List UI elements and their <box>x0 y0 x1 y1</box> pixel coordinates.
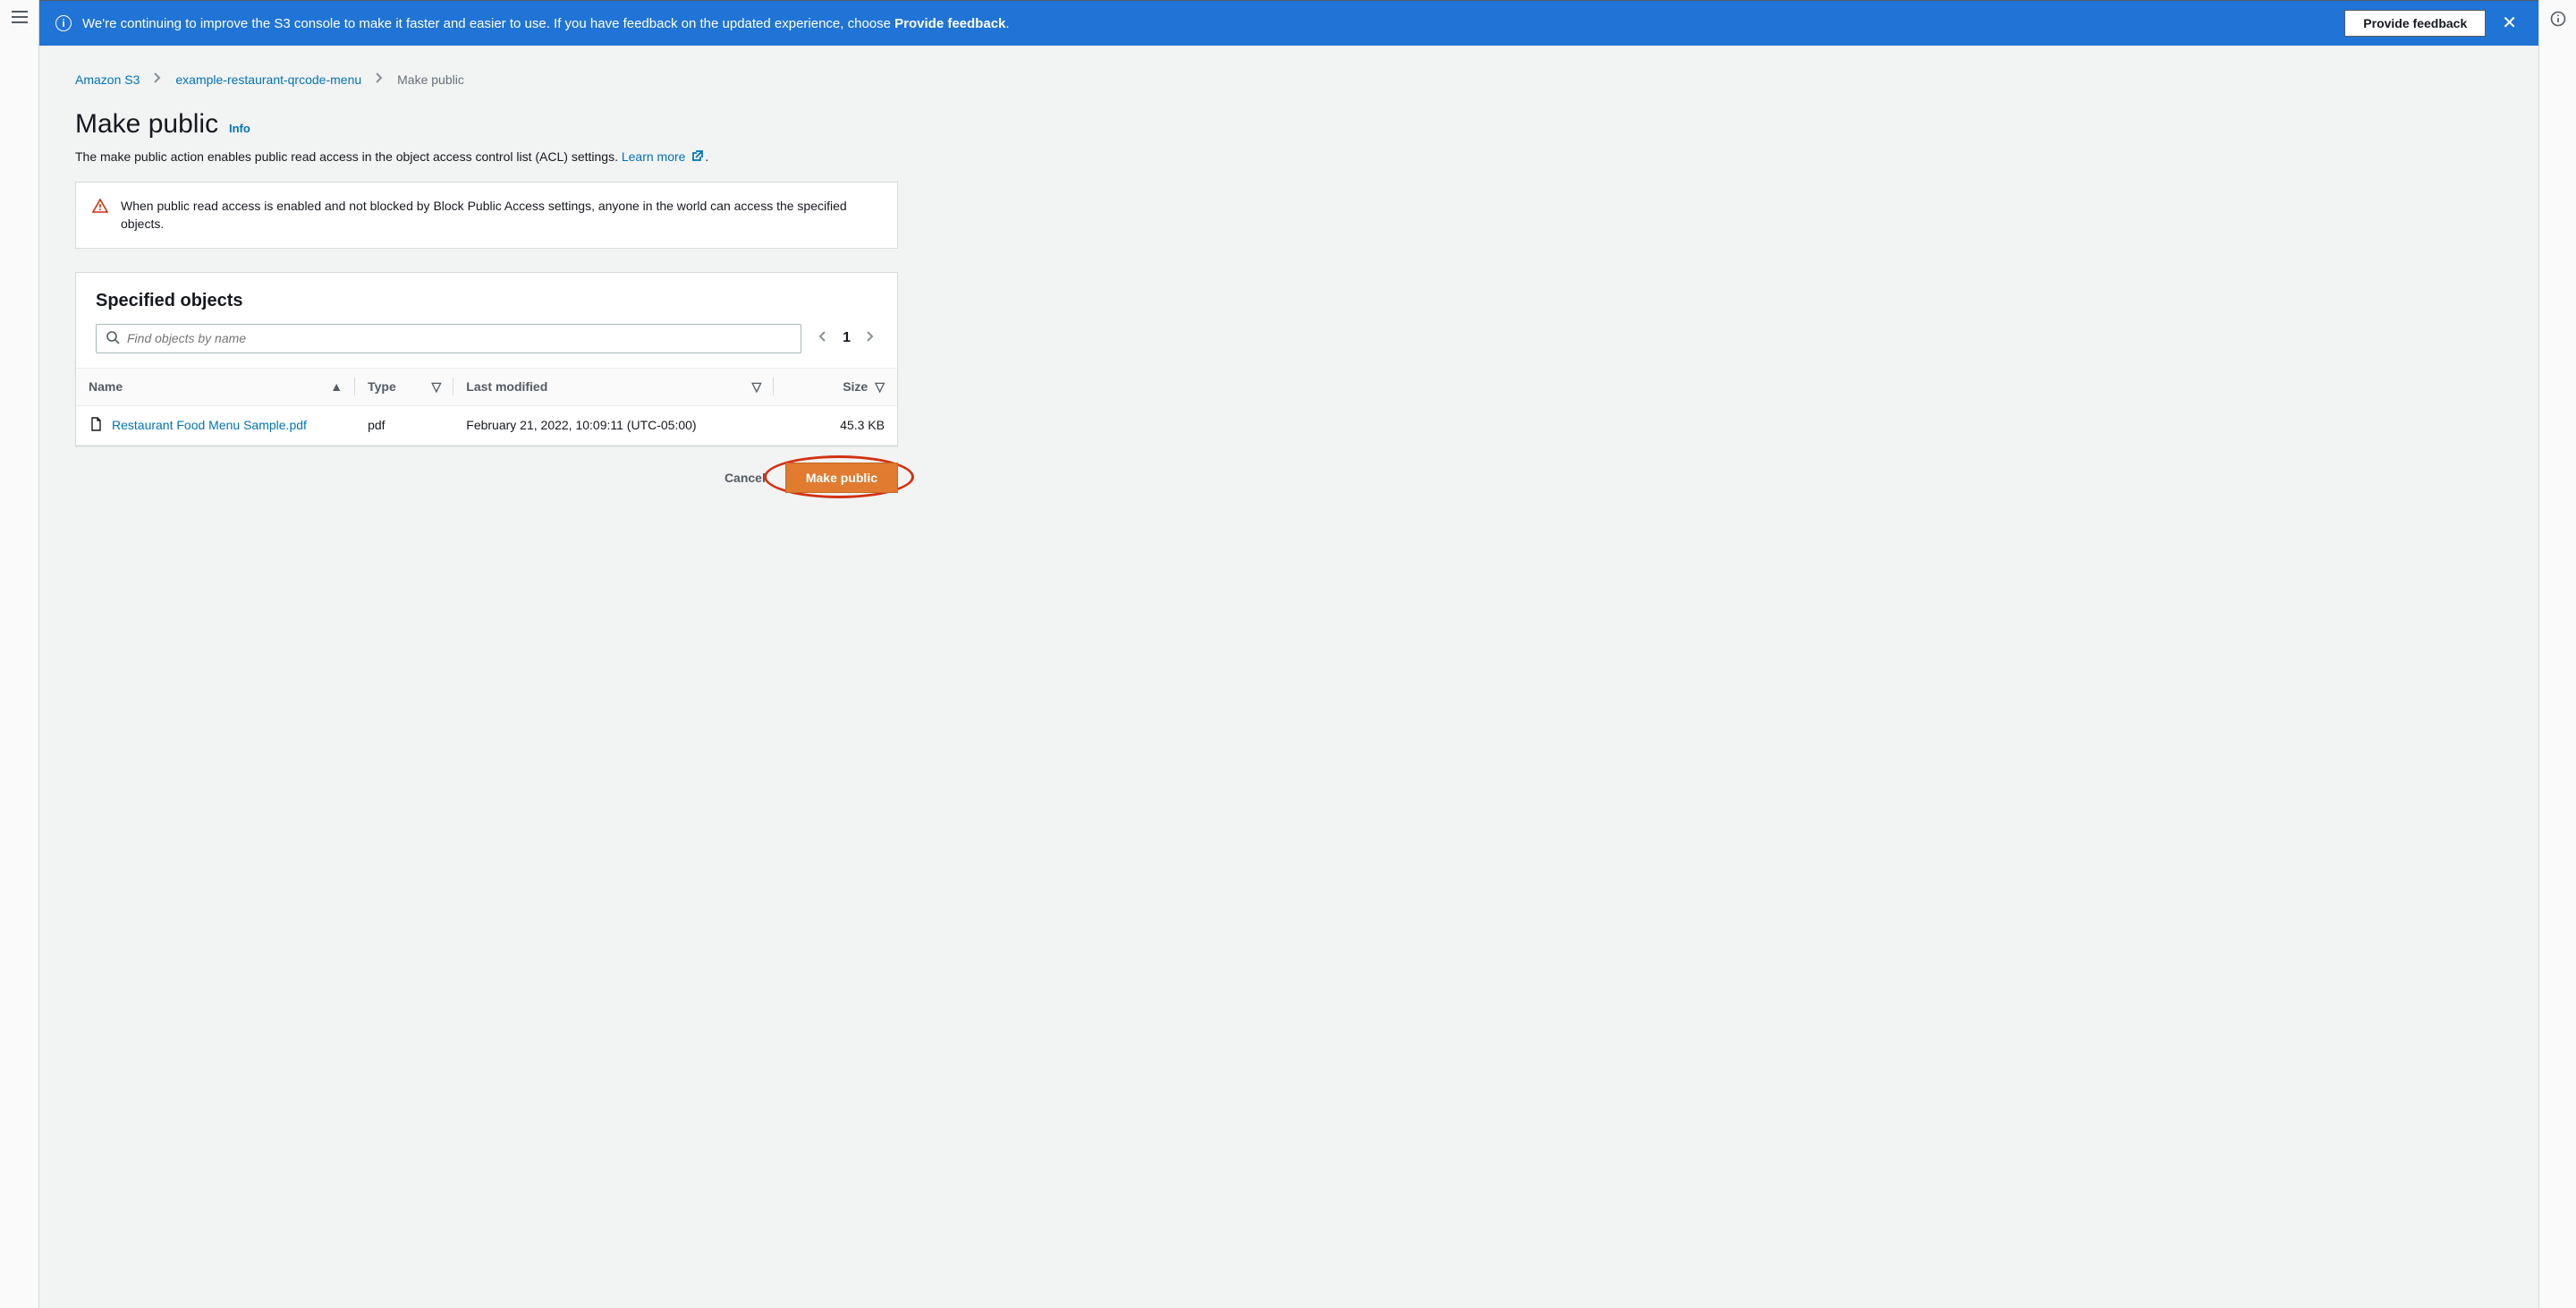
search-input[interactable] <box>127 331 792 345</box>
chevron-right-icon <box>372 71 386 88</box>
panel-toolbar: 1 <box>76 324 897 368</box>
external-link-icon <box>691 149 705 166</box>
file-icon <box>89 417 103 434</box>
col-name-label: Name <box>89 379 123 394</box>
close-banner-icon[interactable]: ✕ <box>2496 14 2522 32</box>
chevron-right-icon <box>150 71 165 88</box>
object-size: 45.3 KB <box>774 405 897 445</box>
page-title: Make public <box>75 109 218 140</box>
page-number: 1 <box>843 330 851 346</box>
main-column: i We're continuing to improve the S3 con… <box>39 0 2538 1308</box>
info-circle-icon[interactable] <box>2550 11 2566 30</box>
sort-icon: ▽ <box>752 379 762 395</box>
banner-text-prefix: We're continuing to improve the S3 conso… <box>82 16 894 31</box>
right-rail <box>2538 0 2576 1308</box>
learn-more-link[interactable]: Learn more <box>622 149 705 164</box>
col-name[interactable]: Name ▲ <box>76 368 355 405</box>
next-page-icon[interactable] <box>863 329 877 348</box>
page-description: The make public action enables public re… <box>75 149 898 166</box>
banner-text-suffix: . <box>1005 16 1009 31</box>
pagination: 1 <box>816 329 877 348</box>
cancel-button[interactable]: Cancel <box>724 471 766 485</box>
info-circle-icon: i <box>55 15 72 31</box>
action-row: Cancel Make public <box>75 463 898 493</box>
banner-text-bold: Provide feedback <box>894 16 1005 31</box>
sort-asc-icon: ▲ <box>330 379 343 394</box>
breadcrumb-root[interactable]: Amazon S3 <box>75 72 140 87</box>
prev-page-icon[interactable] <box>816 329 830 348</box>
make-public-button-wrap: Make public <box>785 463 898 493</box>
page-description-text: The make public action enables public re… <box>75 149 622 164</box>
file-name-cell: Restaurant Food Menu Sample.pdf <box>89 417 343 434</box>
page-content: Amazon S3 example-restaurant-qrcode-menu… <box>39 46 934 518</box>
specified-objects-panel: Specified objects 1 <box>75 272 898 446</box>
col-size[interactable]: Size ▽ <box>774 368 897 405</box>
col-type-label: Type <box>368 379 396 394</box>
breadcrumb-bucket[interactable]: example-restaurant-qrcode-menu <box>175 72 361 87</box>
hamburger-menu-icon[interactable] <box>12 11 28 23</box>
object-last-modified: February 21, 2022, 10:09:11 (UTC-05:00) <box>453 405 774 445</box>
col-size-label: Size <box>843 379 868 394</box>
col-last-modified[interactable]: Last modified ▽ <box>453 368 774 405</box>
make-public-button[interactable]: Make public <box>785 463 898 493</box>
table-row: Restaurant Food Menu Sample.pdf pdf Febr… <box>76 405 897 445</box>
warning-text: When public read access is enabled and n… <box>121 197 881 234</box>
col-type[interactable]: Type ▽ <box>355 368 453 405</box>
panel-heading: Specified objects <box>76 273 897 324</box>
search-box[interactable] <box>96 324 801 353</box>
col-lastmod-label: Last modified <box>466 379 547 394</box>
sort-icon: ▽ <box>875 379 885 395</box>
public-access-warning: When public read access is enabled and n… <box>75 182 898 249</box>
object-name-link[interactable]: Restaurant Food Menu Sample.pdf <box>112 418 307 432</box>
page-description-suffix: . <box>705 149 708 164</box>
info-link[interactable]: Info <box>229 122 250 135</box>
left-rail <box>0 0 39 1308</box>
info-banner: i We're continuing to improve the S3 con… <box>39 1 2538 46</box>
sort-icon: ▽ <box>431 379 441 395</box>
breadcrumb-current: Make public <box>397 72 464 87</box>
search-icon <box>106 330 120 347</box>
learn-more-label: Learn more <box>622 149 686 164</box>
warning-triangle-icon <box>92 198 108 234</box>
table-header-row: Name ▲ Type ▽ Last modified ▽ Size <box>76 368 897 405</box>
object-type: pdf <box>355 405 453 445</box>
objects-table: Name ▲ Type ▽ Last modified ▽ Size <box>76 368 897 446</box>
banner-text: We're continuing to improve the S3 conso… <box>82 16 2334 31</box>
title-row: Make public Info <box>75 109 898 140</box>
breadcrumb: Amazon S3 example-restaurant-qrcode-menu… <box>75 71 898 88</box>
provide-feedback-button[interactable]: Provide feedback <box>2344 10 2486 37</box>
